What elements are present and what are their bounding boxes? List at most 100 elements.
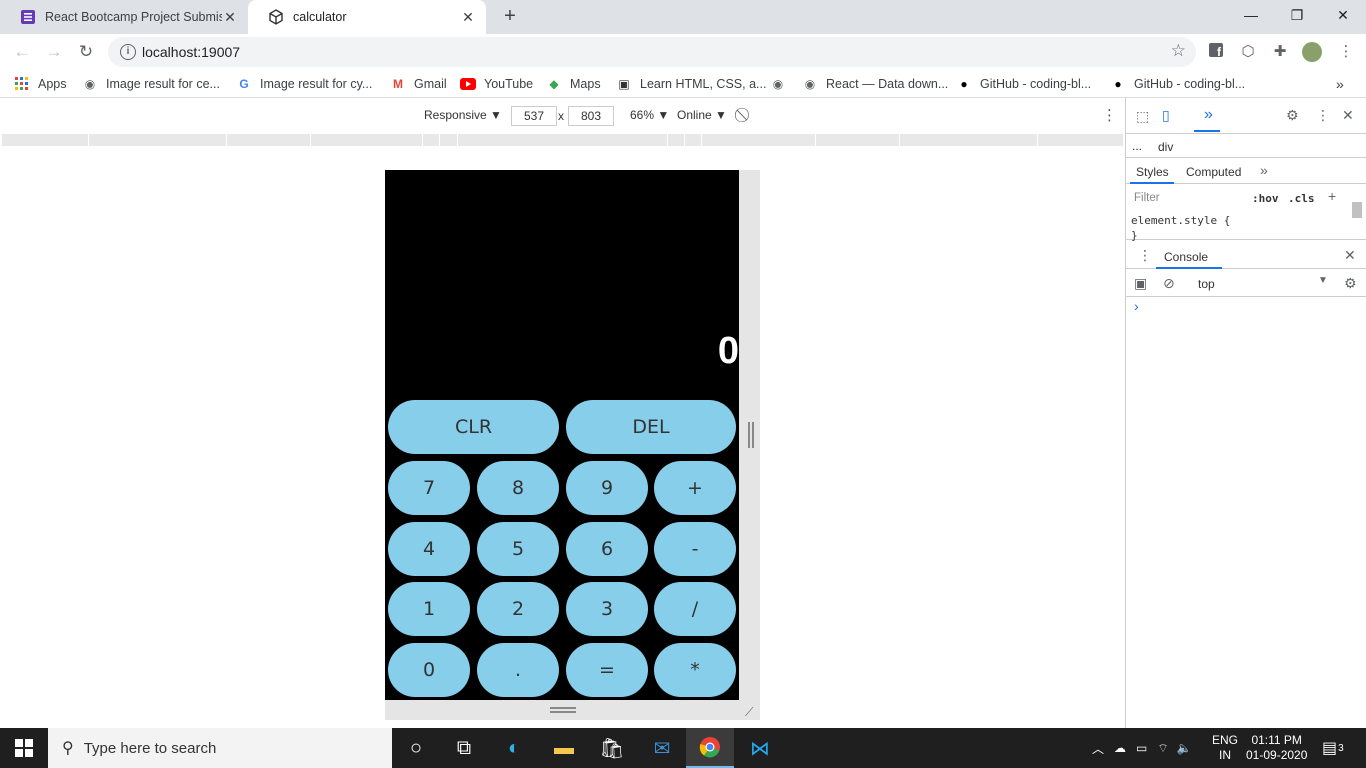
action-center-icon[interactable]: ▤ 3 <box>1322 728 1344 768</box>
zoom-dropdown[interactable]: 66% ▼ <box>630 108 669 122</box>
back-arrow-icon[interactable]: ← <box>10 40 34 64</box>
reload-icon[interactable]: ↻ <box>74 40 98 64</box>
digit-0-button[interactable]: 0 <box>388 643 470 697</box>
chrome-menu-icon[interactable]: ⋮ <box>1336 42 1356 62</box>
clock[interactable]: 01:11 PM 01-09-2020 <box>1246 728 1307 768</box>
bookmark-gmail[interactable]: M Gmail <box>390 75 447 93</box>
minus-button[interactable]: - <box>654 522 736 576</box>
device-toolbar-menu-icon[interactable]: ⋮ <box>1102 106 1117 124</box>
delete-button[interactable]: DEL <box>566 400 736 454</box>
bookmark-github-2[interactable]: ● GitHub - coding-bl... <box>1110 75 1245 93</box>
address-bar[interactable]: i localhost:19007 ☆ <box>108 37 1196 67</box>
language-indicator[interactable]: ENG IN <box>1212 728 1238 768</box>
bookmark-youtube[interactable]: YouTube <box>460 75 533 93</box>
clear-button[interactable]: CLR <box>388 400 559 454</box>
devtools-menu-icon[interactable]: ⋮ <box>1316 107 1330 124</box>
forward-arrow-icon[interactable]: → <box>42 40 66 64</box>
styles-filter-input[interactable]: Filter <box>1134 192 1160 204</box>
extensions-puzzle-icon[interactable]: ✚ <box>1270 42 1290 62</box>
close-tab-icon[interactable]: ✕ <box>222 9 238 26</box>
multiply-button[interactable]: * <box>654 643 736 697</box>
cube-extension-icon[interactable]: ⬡ <box>1238 42 1258 62</box>
tab-styles[interactable]: Styles <box>1136 165 1169 179</box>
windows-start-icon[interactable] <box>0 728 48 768</box>
bookmark-learn-html[interactable]: ▣ Learn HTML, CSS, a... <box>616 75 766 93</box>
taskbar-search-box[interactable]: ⚲ Type here to search <box>48 728 392 768</box>
digit-5-button[interactable]: 5 <box>477 522 559 576</box>
settings-gear-icon[interactable]: ⚙ <box>1286 107 1299 124</box>
vscode-icon[interactable]: ⋈ <box>736 728 784 768</box>
close-devtools-icon[interactable]: ✕ <box>1342 107 1354 124</box>
styles-scrollbar[interactable] <box>1352 202 1362 218</box>
edge-browser-icon[interactable]: ◐ <box>490 728 538 768</box>
restore-button[interactable]: ❐ <box>1274 0 1320 30</box>
width-resize-handle[interactable] <box>748 422 754 448</box>
new-tab-button[interactable]: + <box>498 4 522 28</box>
info-icon[interactable]: i <box>120 44 136 60</box>
console-prompt[interactable]: › <box>1134 298 1139 314</box>
cortana-circle-icon[interactable]: ○ <box>392 728 440 768</box>
task-view-icon[interactable]: ⧉ <box>440 728 488 768</box>
digit-9-button[interactable]: 9 <box>566 461 648 515</box>
close-drawer-icon[interactable]: ✕ <box>1344 247 1356 264</box>
show-hidden-icons-chevron-icon[interactable]: ︿ <box>1092 740 1104 757</box>
device-mode-dropdown[interactable]: Responsive ▼ <box>424 108 502 122</box>
device-toggle-icon[interactable]: ▯ <box>1162 107 1170 124</box>
console-tab[interactable]: Console <box>1164 250 1208 264</box>
bookmark-star-icon[interactable]: ☆ <box>1171 41 1186 61</box>
more-panels-chevron-icon[interactable]: » <box>1204 106 1213 124</box>
bookmark-apps[interactable]: Apps <box>14 75 67 93</box>
bookmark-image-result-2[interactable]: G Image result for cy... <box>236 75 372 93</box>
height-resize-handle[interactable] <box>550 707 576 713</box>
clear-console-icon[interactable]: ⊘ <box>1163 275 1175 292</box>
tab-computed[interactable]: Computed <box>1186 165 1241 179</box>
plus-button[interactable]: + <box>654 461 736 515</box>
tab-react-bootcamp[interactable]: React Bootcamp Project Submiss ✕ <box>0 0 248 34</box>
divide-button[interactable]: / <box>654 582 736 636</box>
new-style-rule-icon[interactable]: + <box>1328 188 1336 204</box>
battery-icon[interactable]: ▭ <box>1136 741 1147 755</box>
microsoft-store-icon[interactable]: 🛍 <box>588 728 636 768</box>
bookmark-maps[interactable]: ◆ Maps <box>546 75 600 93</box>
equals-button[interactable]: = <box>566 643 648 697</box>
more-bookmarks-chevron-icon[interactable]: » <box>1336 75 1344 93</box>
breadcrumb-div[interactable]: div <box>1158 140 1173 154</box>
decimal-button[interactable]: . <box>477 643 559 697</box>
digit-7-button[interactable]: 7 <box>388 461 470 515</box>
digit-8-button[interactable]: 8 <box>477 461 559 515</box>
mail-icon[interactable]: ✉ <box>638 728 686 768</box>
wifi-icon[interactable]: ⌔ <box>1157 741 1168 756</box>
breadcrumb-ellipsis[interactable]: ... <box>1132 139 1142 153</box>
digit-6-button[interactable]: 6 <box>566 522 648 576</box>
digit-3-button[interactable]: 3 <box>566 582 648 636</box>
digit-2-button[interactable]: 2 <box>477 582 559 636</box>
close-tab-icon[interactable]: ✕ <box>460 9 476 26</box>
chrome-taskbar-icon[interactable] <box>686 728 734 768</box>
bookmark-react-data[interactable]: ◉ React — Data down... <box>802 75 949 93</box>
profile-avatar[interactable] <box>1302 42 1322 62</box>
hover-state-toggle[interactable]: :hov <box>1252 192 1279 205</box>
bookmark-image-result-1[interactable]: ◉ Image result for ce... <box>82 75 220 93</box>
volume-icon[interactable]: 🔈 <box>1177 741 1192 755</box>
bookmark-github-1[interactable]: ● GitHub - coding-bl... <box>956 75 1091 93</box>
tab-calculator[interactable]: calculator ✕ <box>248 0 486 34</box>
sidebar-toggle-icon[interactable]: ▣ <box>1134 275 1147 292</box>
class-toggle[interactable]: .cls <box>1288 192 1315 205</box>
bookmark-globe[interactable]: ◉ <box>770 75 794 93</box>
onedrive-cloud-icon[interactable]: ☁ <box>1114 741 1126 755</box>
digit-1-button[interactable]: 1 <box>388 582 470 636</box>
digit-4-button[interactable]: 4 <box>388 522 470 576</box>
inspect-element-icon[interactable]: ⬚ <box>1136 108 1149 125</box>
context-dropdown-icon[interactable]: ▼ <box>1318 275 1328 286</box>
corner-resize-handle[interactable]: ⟋ <box>745 705 753 720</box>
minimize-button[interactable]: — <box>1228 0 1274 30</box>
facebook-extension-icon[interactable]: f <box>1206 42 1226 62</box>
drawer-menu-icon[interactable]: ⋮ <box>1138 247 1152 264</box>
context-selector[interactable]: top <box>1198 277 1215 291</box>
network-throttle-dropdown[interactable]: Online ▼ <box>677 108 727 122</box>
console-settings-gear-icon[interactable]: ⚙ <box>1344 275 1357 292</box>
close-window-button[interactable]: ✕ <box>1320 0 1366 30</box>
viewport-height-input[interactable]: 803 <box>568 106 614 126</box>
viewport-width-input[interactable]: 537 <box>511 106 557 126</box>
file-explorer-icon[interactable]: ▬ <box>540 728 588 768</box>
